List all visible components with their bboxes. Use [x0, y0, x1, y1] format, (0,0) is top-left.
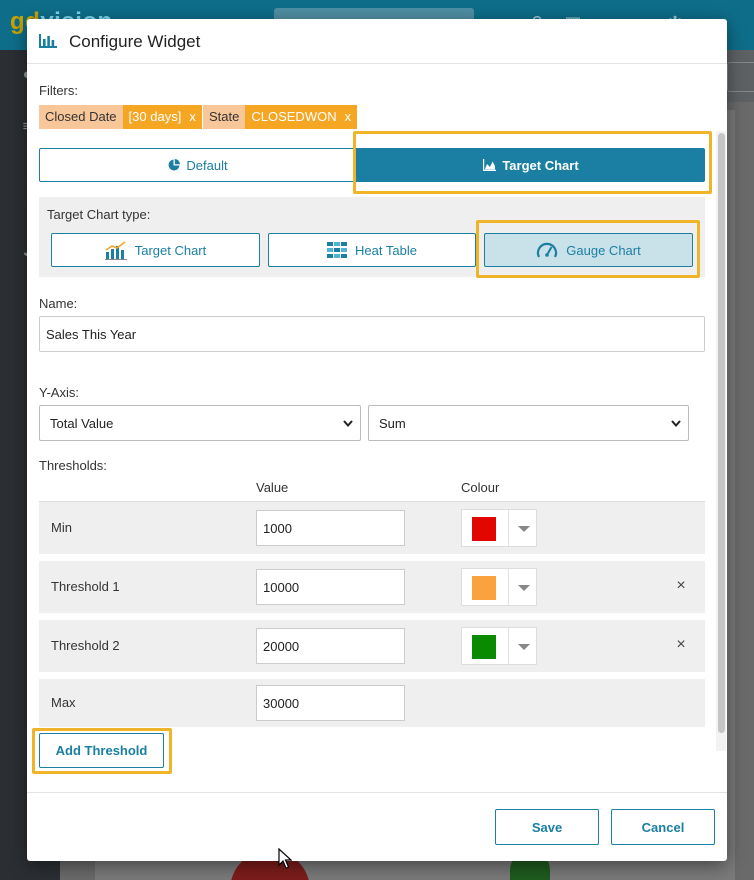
y-axis-aggregate-select[interactable]: Sum	[368, 405, 689, 441]
mouse-cursor-icon	[278, 848, 292, 869]
type-option-label: Heat Table	[355, 242, 417, 258]
filter-chip-value[interactable]: CLOSEDWON	[245, 105, 343, 129]
type-gauge-chart-button[interactable]: Gauge Chart	[484, 233, 693, 267]
tab-target-chart[interactable]: Target Chart	[357, 148, 705, 182]
y-axis-field-select[interactable]: Total Value	[39, 405, 361, 441]
thresholds-label: Thresholds:	[39, 458, 107, 473]
threshold-value-input[interactable]: 10000	[256, 569, 405, 605]
colour-picker[interactable]	[461, 509, 537, 547]
threshold-name: Threshold 2	[51, 638, 120, 653]
modal-title: Configure Widget	[69, 32, 201, 51]
type-target-chart-button[interactable]: Target Chart	[51, 233, 260, 267]
scrollbar-thumb[interactable]	[718, 133, 725, 733]
filter-chip-name: Closed Date	[39, 105, 123, 129]
colour-swatch	[472, 635, 496, 659]
y-axis-label: Y-Axis:	[39, 385, 79, 400]
area-chart-icon	[483, 159, 497, 171]
app-side-button[interactable]	[727, 62, 754, 92]
filter-remove-button[interactable]: x	[342, 105, 358, 129]
threshold-row-2: Threshold 2 20000 ×	[39, 620, 705, 672]
save-button[interactable]: Save	[495, 809, 599, 845]
filter-chip-closed-date: Closed Date [30 days] x	[39, 105, 202, 129]
target-chart-icon	[104, 241, 127, 260]
column-header-value: Value	[256, 480, 289, 495]
modal-header: Configure Widget	[27, 19, 727, 64]
y-axis-field-value: Total Value	[50, 415, 114, 431]
chevron-down-icon	[671, 420, 681, 428]
colour-swatch	[472, 517, 496, 541]
cancel-button[interactable]: Cancel	[611, 809, 715, 845]
name-label: Name:	[39, 296, 78, 311]
filter-remove-button[interactable]: x	[187, 105, 202, 129]
tab-default[interactable]: Default	[39, 148, 357, 182]
filter-chip-name: State	[203, 105, 246, 129]
bar-chart-icon	[39, 34, 57, 48]
footer-divider	[27, 792, 727, 793]
gauge-icon	[537, 242, 558, 258]
threshold-row-min: Min 1000	[39, 502, 705, 554]
chart-type-label: Target Chart type:	[47, 207, 151, 222]
filter-chip-value[interactable]: [30 days]	[122, 105, 188, 129]
configure-widget-modal: Configure Widget Filters: Closed Date [3…	[27, 19, 727, 861]
threshold-row-max: Max 30000	[39, 679, 705, 727]
threshold-value-input[interactable]: 1000	[256, 510, 405, 546]
chevron-down-icon	[508, 510, 538, 546]
colour-picker[interactable]	[461, 627, 537, 665]
filters-label: Filters:	[39, 83, 78, 98]
column-header-colour: Colour	[461, 480, 500, 495]
threshold-name: Threshold 1	[51, 579, 120, 594]
widget-name-input[interactable]: Sales This Year	[39, 316, 705, 352]
type-heat-table-button[interactable]: Heat Table	[268, 233, 476, 267]
colour-swatch	[472, 576, 496, 600]
remove-threshold-button[interactable]: ×	[671, 636, 691, 654]
threshold-row-1: Threshold 1 10000 ×	[39, 561, 705, 613]
add-threshold-button[interactable]: Add Threshold	[39, 733, 164, 768]
heat-table-icon	[327, 242, 348, 258]
chevron-down-icon	[343, 420, 353, 428]
threshold-name: Max	[51, 695, 76, 710]
y-axis-aggregate-value: Sum	[379, 415, 406, 431]
pie-chart-icon	[168, 159, 181, 171]
remove-threshold-button[interactable]: ×	[671, 577, 691, 595]
filter-chip-state: State CLOSEDWON x	[203, 105, 358, 129]
threshold-name: Min	[51, 520, 72, 535]
type-option-label: Target Chart	[134, 242, 207, 258]
threshold-value-input[interactable]: 30000	[256, 685, 405, 721]
chevron-down-icon	[508, 628, 538, 664]
tab-target-label: Target Chart	[502, 157, 579, 173]
tab-default-label: Default	[186, 157, 228, 173]
type-option-label: Gauge Chart	[566, 242, 641, 258]
threshold-value-input[interactable]: 20000	[256, 628, 405, 664]
chevron-down-icon	[508, 569, 538, 605]
colour-picker[interactable]	[461, 568, 537, 606]
